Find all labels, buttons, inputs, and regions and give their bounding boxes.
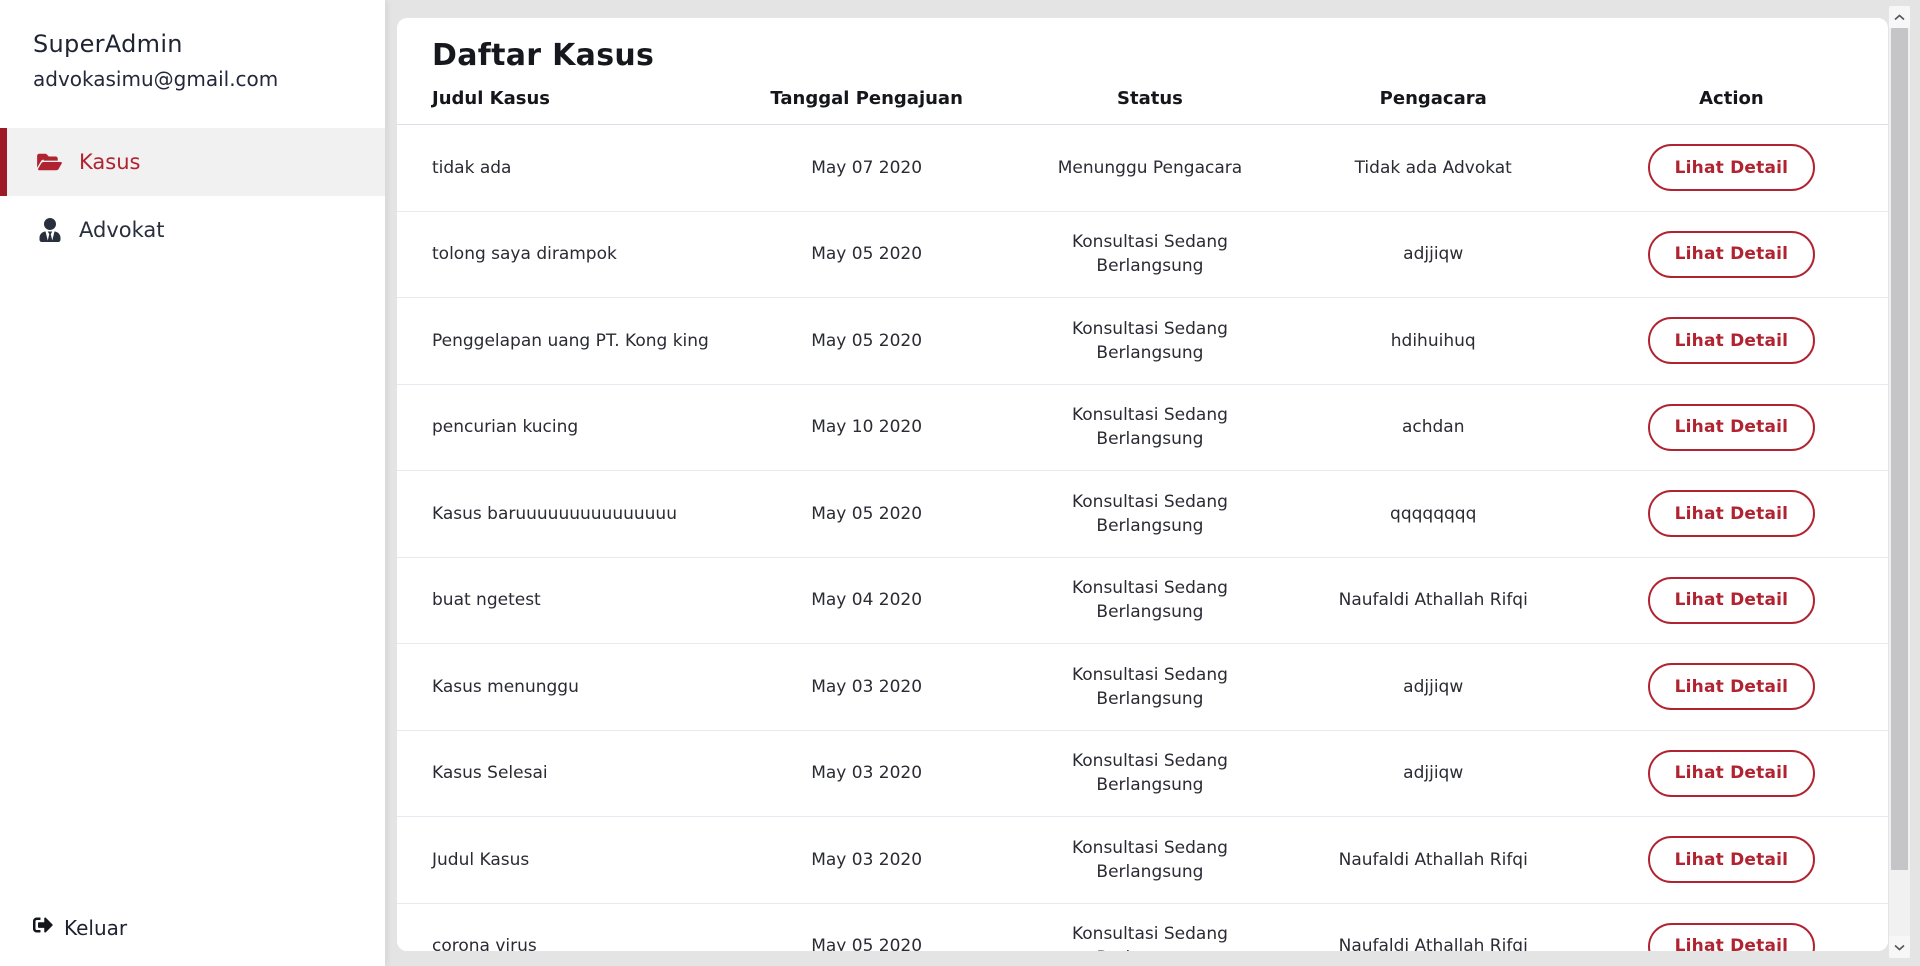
lihat-detail-button[interactable]: Lihat Detail <box>1648 577 1815 624</box>
cell-status: Menunggu Pengacara <box>1008 156 1291 180</box>
cell-status: Konsultasi Sedang Berlangsung <box>1008 490 1291 538</box>
cell-judul-kasus: buat ngetest <box>397 588 725 612</box>
cell-tanggal-pengajuan: May 10 2020 <box>725 415 1008 439</box>
table-header: Judul Kasus Tanggal Pengajuan Status Pen… <box>397 88 1888 125</box>
vertical-scrollbar[interactable] <box>1889 6 1910 958</box>
profile: SuperAdmin advokasimu@gmail.com <box>0 0 385 92</box>
cell-pengacara: qqqqqqqq <box>1292 502 1575 526</box>
column-header-action: Action <box>1575 88 1888 110</box>
table-row: buat ngetestMay 04 2020Konsultasi Sedang… <box>397 558 1888 645</box>
cell-tanggal-pengajuan: May 07 2020 <box>725 156 1008 180</box>
profile-name: SuperAdmin <box>33 28 365 60</box>
cell-action: Lihat Detail <box>1575 577 1888 624</box>
lihat-detail-button[interactable]: Lihat Detail <box>1648 144 1815 191</box>
table-row: Judul KasusMay 03 2020Konsultasi Sedang … <box>397 817 1888 904</box>
logout-label: Keluar <box>64 916 127 940</box>
cell-status: Konsultasi Sedang Berlangsung <box>1008 403 1291 451</box>
cell-pengacara: adjjiqw <box>1292 675 1575 699</box>
lihat-detail-button[interactable]: Lihat Detail <box>1648 836 1815 883</box>
cell-action: Lihat Detail <box>1575 231 1888 278</box>
cell-status: Konsultasi Sedang Berlangsung <box>1008 836 1291 884</box>
logout-button[interactable]: Keluar <box>33 915 127 940</box>
cell-pengacara: hdihuihuq <box>1292 329 1575 353</box>
cell-judul-kasus: Judul Kasus <box>397 848 725 872</box>
lihat-detail-button[interactable]: Lihat Detail <box>1648 923 1815 951</box>
cell-judul-kasus: Penggelapan uang PT. Kong king <box>397 329 725 353</box>
cell-status: Konsultasi Sedang Berlangsung <box>1008 576 1291 624</box>
lihat-detail-button[interactable]: Lihat Detail <box>1648 231 1815 278</box>
table-row: Kasus SelesaiMay 03 2020Konsultasi Sedan… <box>397 731 1888 818</box>
cell-pengacara: Naufaldi Athallah Rifqi <box>1292 934 1575 951</box>
cell-status: Konsultasi Sedang Berlangsung <box>1008 230 1291 278</box>
cell-action: Lihat Detail <box>1575 144 1888 191</box>
table-body: tidak adaMay 07 2020Menunggu PengacaraTi… <box>397 125 1888 951</box>
table-row: Penggelapan uang PT. Kong kingMay 05 202… <box>397 298 1888 385</box>
cell-judul-kasus: tidak ada <box>397 156 725 180</box>
page-title: Daftar Kasus <box>432 38 1888 74</box>
cell-tanggal-pengajuan: May 03 2020 <box>725 848 1008 872</box>
cell-status: Konsultasi Sedang Berlangsung <box>1008 749 1291 797</box>
sidebar-item-advokat[interactable]: Advokat <box>0 196 385 264</box>
table-row: tidak adaMay 07 2020Menunggu PengacaraTi… <box>397 125 1888 212</box>
cell-tanggal-pengajuan: May 05 2020 <box>725 502 1008 526</box>
cell-judul-kasus: Kasus baruuuuuuuuuuuuuuu <box>397 502 725 526</box>
cell-action: Lihat Detail <box>1575 750 1888 797</box>
column-header-pengacara: Pengacara <box>1292 88 1575 110</box>
column-header-status: Status <box>1008 88 1291 110</box>
cell-tanggal-pengajuan: May 04 2020 <box>725 588 1008 612</box>
cell-action: Lihat Detail <box>1575 923 1888 951</box>
cell-tanggal-pengajuan: May 05 2020 <box>725 934 1008 951</box>
cell-status: Konsultasi Sedang Berlangsung <box>1008 922 1291 951</box>
lihat-detail-button[interactable]: Lihat Detail <box>1648 663 1815 710</box>
cell-tanggal-pengajuan: May 05 2020 <box>725 329 1008 353</box>
lihat-detail-button[interactable]: Lihat Detail <box>1648 490 1815 537</box>
cell-tanggal-pengajuan: May 03 2020 <box>725 675 1008 699</box>
cell-pengacara: Naufaldi Athallah Rifqi <box>1292 588 1575 612</box>
cell-judul-kasus: tolong saya dirampok <box>397 242 725 266</box>
sidebar-item-label: Kasus <box>79 150 140 174</box>
column-header-judul-kasus: Judul Kasus <box>397 88 725 110</box>
cell-judul-kasus: Kasus Selesai <box>397 761 725 785</box>
lihat-detail-button[interactable]: Lihat Detail <box>1648 750 1815 797</box>
content-card: Daftar Kasus Judul Kasus Tanggal Pengaju… <box>397 18 1888 951</box>
cell-action: Lihat Detail <box>1575 490 1888 537</box>
sign-out-icon <box>33 915 53 940</box>
lihat-detail-button[interactable]: Lihat Detail <box>1648 317 1815 364</box>
cell-status: Konsultasi Sedang Berlangsung <box>1008 663 1291 711</box>
table-row: tolong saya dirampokMay 05 2020Konsultas… <box>397 212 1888 299</box>
cell-pengacara: Naufaldi Athallah Rifqi <box>1292 848 1575 872</box>
cell-pengacara: adjjiqw <box>1292 242 1575 266</box>
table-row: Kasus baruuuuuuuuuuuuuuuMay 05 2020Konsu… <box>397 471 1888 558</box>
lihat-detail-button[interactable]: Lihat Detail <box>1648 404 1815 451</box>
table-row: Kasus menungguMay 03 2020Konsultasi Seda… <box>397 644 1888 731</box>
scrollbar-thumb[interactable] <box>1891 28 1908 870</box>
cell-tanggal-pengajuan: May 05 2020 <box>725 242 1008 266</box>
sidebar: SuperAdmin advokasimu@gmail.com Kasus Ad… <box>0 0 385 966</box>
scrollbar-down-arrow-icon[interactable] <box>1889 936 1910 958</box>
sidebar-item-label: Advokat <box>79 218 165 242</box>
profile-email: advokasimu@gmail.com <box>33 66 365 92</box>
user-tie-icon <box>36 218 63 242</box>
cell-action: Lihat Detail <box>1575 317 1888 364</box>
cell-judul-kasus: Kasus menunggu <box>397 675 725 699</box>
table-row: corona virusMay 05 2020Konsultasi Sedang… <box>397 904 1888 952</box>
sidebar-item-kasus[interactable]: Kasus <box>0 128 385 196</box>
sidebar-menu: Kasus Advokat <box>0 128 385 264</box>
scrollbar-up-arrow-icon[interactable] <box>1889 6 1910 28</box>
column-header-tanggal-pengajuan: Tanggal Pengajuan <box>725 88 1008 110</box>
cell-pengacara: Tidak ada Advokat <box>1292 156 1575 180</box>
cell-judul-kasus: corona virus <box>397 934 725 951</box>
cell-action: Lihat Detail <box>1575 836 1888 883</box>
table-row: pencurian kucingMay 10 2020Konsultasi Se… <box>397 385 1888 472</box>
folder-open-icon <box>36 150 63 174</box>
cell-action: Lihat Detail <box>1575 404 1888 451</box>
cell-pengacara: achdan <box>1292 415 1575 439</box>
cell-tanggal-pengajuan: May 03 2020 <box>725 761 1008 785</box>
cell-status: Konsultasi Sedang Berlangsung <box>1008 317 1291 365</box>
cell-action: Lihat Detail <box>1575 663 1888 710</box>
cell-pengacara: adjjiqw <box>1292 761 1575 785</box>
cell-judul-kasus: pencurian kucing <box>397 415 725 439</box>
